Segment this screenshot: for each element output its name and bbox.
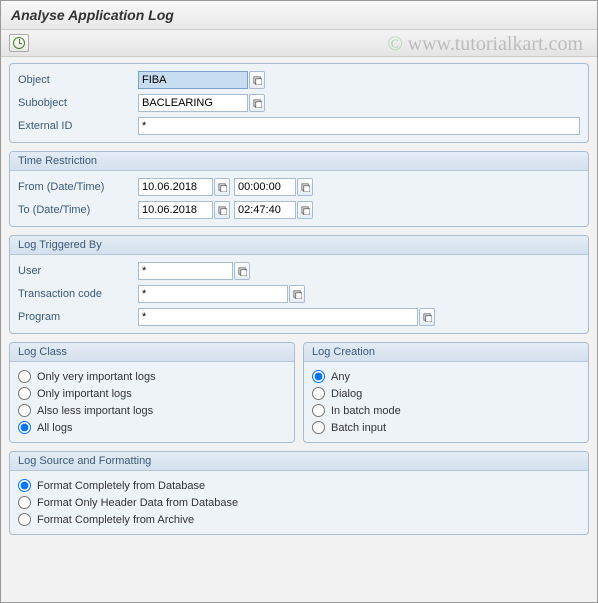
radio-label: Format Completely from Archive [37, 514, 194, 526]
radio-label: Format Only Header Data from Database [37, 497, 238, 509]
basic-selection-group: Object Subobject External ID [9, 63, 589, 143]
log-class-radio-less-important[interactable]: Also less important logs [18, 402, 286, 419]
log-triggered-by-group: Log Triggered By User Transaction code P… [9, 235, 589, 334]
radio-input[interactable] [18, 513, 31, 526]
program-label: Program [18, 311, 138, 323]
tcode-input[interactable] [138, 285, 288, 303]
to-time-f4-button[interactable] [297, 201, 313, 219]
log-triggered-by-title: Log Triggered By [10, 236, 588, 255]
log-source-format-group: Log Source and Formatting Format Complet… [9, 451, 589, 535]
search-help-icon [301, 206, 310, 215]
user-label: User [18, 265, 138, 277]
log-source-format-title: Log Source and Formatting [10, 452, 588, 471]
user-f4-button[interactable] [234, 262, 250, 280]
log-creation-radio-dialog[interactable]: Dialog [312, 385, 580, 402]
radio-input[interactable] [312, 421, 325, 434]
radio-label: Only important logs [37, 388, 132, 400]
log-creation-radio-any[interactable]: Any [312, 368, 580, 385]
to-label: To (Date/Time) [18, 204, 138, 216]
source-radio-archive[interactable]: Format Completely from Archive [18, 511, 580, 528]
from-date-input[interactable] [138, 178, 213, 196]
tcode-label: Transaction code [18, 288, 138, 300]
log-creation-title: Log Creation [304, 343, 588, 362]
search-help-icon [301, 183, 310, 192]
subobject-f4-button[interactable] [249, 94, 265, 112]
log-class-group: Log Class Only very important logs Only … [9, 342, 295, 443]
log-class-title: Log Class [10, 343, 294, 362]
search-help-icon [238, 267, 247, 276]
subobject-label: Subobject [18, 97, 138, 109]
log-class-radio-very-important[interactable]: Only very important logs [18, 368, 286, 385]
search-help-icon [253, 76, 262, 85]
log-creation-group: Log Creation Any Dialog In batch mode Ba… [303, 342, 589, 443]
radio-input[interactable] [312, 387, 325, 400]
log-creation-radio-batch[interactable]: In batch mode [312, 402, 580, 419]
radio-label: Batch input [331, 422, 386, 434]
source-radio-db-full[interactable]: Format Completely from Database [18, 477, 580, 494]
user-input[interactable] [138, 262, 233, 280]
radio-label: Format Completely from Database [37, 480, 205, 492]
object-label: Object [18, 74, 138, 86]
page-title: Analyse Application Log [1, 1, 597, 30]
log-class-radio-important[interactable]: Only important logs [18, 385, 286, 402]
object-input[interactable] [138, 71, 248, 89]
time-restriction-group: Time Restriction From (Date/Time) To (Da… [9, 151, 589, 227]
search-help-icon [253, 99, 262, 108]
radio-input[interactable] [18, 404, 31, 417]
radio-input[interactable] [18, 370, 31, 383]
radio-label: Any [331, 371, 350, 383]
radio-label: Also less important logs [37, 405, 153, 417]
to-date-input[interactable] [138, 201, 213, 219]
radio-input[interactable] [312, 370, 325, 383]
radio-label: Only very important logs [37, 371, 156, 383]
to-time-input[interactable] [234, 201, 296, 219]
program-input[interactable] [138, 308, 418, 326]
from-time-f4-button[interactable] [297, 178, 313, 196]
radio-input[interactable] [18, 479, 31, 492]
from-label: From (Date/Time) [18, 181, 138, 193]
program-f4-button[interactable] [419, 308, 435, 326]
radio-input[interactable] [18, 387, 31, 400]
external-id-label: External ID [18, 120, 138, 132]
to-date-f4-button[interactable] [214, 201, 230, 219]
subobject-input[interactable] [138, 94, 248, 112]
search-help-icon [218, 206, 227, 215]
time-restriction-title: Time Restriction [10, 152, 588, 171]
clock-icon [13, 37, 25, 49]
radio-label: In batch mode [331, 405, 401, 417]
execute-button[interactable] [9, 34, 29, 52]
log-creation-radio-batch-input[interactable]: Batch input [312, 419, 580, 436]
radio-label: Dialog [331, 388, 362, 400]
from-date-f4-button[interactable] [214, 178, 230, 196]
source-radio-db-header[interactable]: Format Only Header Data from Database [18, 494, 580, 511]
log-class-radio-all[interactable]: All logs [18, 419, 286, 436]
tcode-f4-button[interactable] [289, 285, 305, 303]
search-help-icon [218, 183, 227, 192]
object-f4-button[interactable] [249, 71, 265, 89]
external-id-input[interactable] [138, 117, 580, 135]
toolbar [1, 30, 597, 57]
radio-label: All logs [37, 422, 72, 434]
radio-input[interactable] [312, 404, 325, 417]
radio-input[interactable] [18, 421, 31, 434]
search-help-icon [293, 290, 302, 299]
from-time-input[interactable] [234, 178, 296, 196]
search-help-icon [423, 313, 432, 322]
radio-input[interactable] [18, 496, 31, 509]
